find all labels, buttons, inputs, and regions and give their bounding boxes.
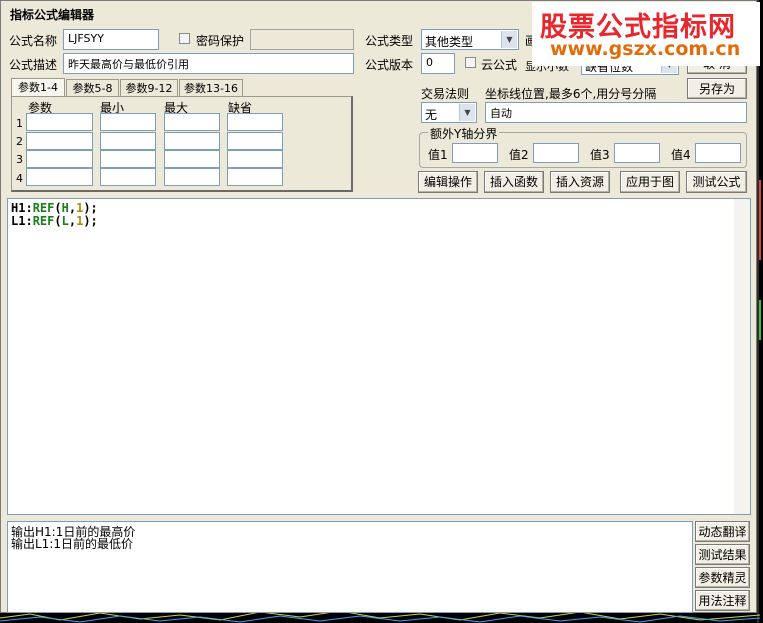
formula-type-label: 公式类型 xyxy=(365,34,414,48)
param-4-min-input[interactable] xyxy=(100,168,156,186)
param-1-name-input[interactable] xyxy=(26,113,93,131)
param-3-min-input[interactable] xyxy=(100,150,156,168)
code-editor[interactable]: H1:REF(H,1); L1:REF(L,1); xyxy=(7,198,751,515)
param-wizard-button[interactable]: 参数精灵 xyxy=(695,567,750,588)
param-4-default-input[interactable] xyxy=(227,168,283,186)
chevron-down-icon: ▼ xyxy=(501,31,517,48)
param-row-number: 1 xyxy=(16,117,23,130)
axis-position-input[interactable]: 自动 xyxy=(485,102,747,123)
code-line: L1:REF(L,1); xyxy=(11,214,98,228)
param-row-number: 2 xyxy=(16,135,23,148)
value-3-label: 值3 xyxy=(590,148,610,162)
code-content: H1:REF(H,1); L1:REF(L,1); xyxy=(11,202,98,228)
watermark-logo: 股票公式指标网 www.gszx.com.cn xyxy=(532,2,760,66)
formula-desc-input[interactable]: 昨天最高价与最低价引用 xyxy=(63,53,354,74)
param-1-default-input[interactable] xyxy=(227,113,283,131)
output-line: 输出L1:1日前的最低价 xyxy=(11,537,133,551)
trade-rule-select[interactable]: 无 ▼ xyxy=(421,102,477,123)
param-2-max-input[interactable] xyxy=(164,132,220,150)
formula-version-input[interactable]: 0 xyxy=(421,53,455,74)
param-row-number: 4 xyxy=(16,172,23,185)
tab-params-5-8[interactable]: 参数5-8 xyxy=(66,79,119,97)
window-title: 指标公式编辑器 xyxy=(10,8,95,22)
formula-type-value: 其他类型 xyxy=(425,35,474,49)
watermark-url: www.gszx.com.cn xyxy=(550,38,741,60)
formula-desc-label: 公式描述 xyxy=(9,58,58,72)
value-4-input[interactable] xyxy=(695,143,741,163)
trade-rule-label: 交易法则 xyxy=(421,87,470,101)
insert-function-button[interactable]: 插入函数 xyxy=(484,171,544,193)
formula-editor-window: 指标公式编辑器 公式名称 LJFSYY 密码保护 公式类型 其他类型 ▼ 画 公… xyxy=(0,0,757,613)
trade-rule-value: 无 xyxy=(425,108,438,122)
formula-type-select[interactable]: 其他类型 ▼ xyxy=(421,29,519,50)
axis-position-label: 坐标线位置,最多6个,用分号分隔 xyxy=(485,87,657,101)
test-result-button[interactable]: 测试结果 xyxy=(695,544,750,565)
edit-ops-button[interactable]: 编辑操作 xyxy=(418,171,478,193)
value-2-label: 值2 xyxy=(509,148,529,162)
password-input[interactable] xyxy=(250,29,354,50)
params-panel: 参数 最小 最大 缺省 1 2 3 4 xyxy=(11,96,353,192)
password-protect-checkbox[interactable] xyxy=(179,33,190,44)
formula-version-label: 公式版本 xyxy=(365,58,414,72)
param-4-max-input[interactable] xyxy=(164,168,220,186)
password-protect-label: 密码保护 xyxy=(196,34,245,48)
formula-name-input[interactable]: LJFSYY xyxy=(63,29,159,50)
cloud-formula-checkbox[interactable] xyxy=(465,57,476,68)
param-row-number: 3 xyxy=(16,153,23,166)
param-2-min-input[interactable] xyxy=(100,132,156,150)
cloud-formula-label: 云公式 xyxy=(481,58,518,72)
param-3-default-input[interactable] xyxy=(227,150,283,168)
tab-params-9-12[interactable]: 参数9-12 xyxy=(120,79,178,97)
usage-notes-button[interactable]: 用法注释 xyxy=(695,590,750,611)
param-1-max-input[interactable] xyxy=(164,113,220,131)
extra-y-axis-group: 额外Y轴分界 值1 值2 值3 值4 xyxy=(419,125,747,168)
value-2-input[interactable] xyxy=(533,143,579,163)
param-3-max-input[interactable] xyxy=(164,150,220,168)
test-formula-button[interactable]: 测试公式 xyxy=(686,171,747,193)
apply-to-chart-button[interactable]: 应用于图 xyxy=(620,171,680,193)
param-3-name-input[interactable] xyxy=(26,150,93,168)
dynamic-translate-button[interactable]: 动态翻译 xyxy=(695,521,750,542)
tab-params-1-4[interactable]: 参数1-4 xyxy=(11,78,65,98)
value-1-input[interactable] xyxy=(452,143,498,163)
extra-y-axis-title: 额外Y轴分界 xyxy=(428,125,500,142)
param-1-min-input[interactable] xyxy=(100,113,156,131)
param-2-default-input[interactable] xyxy=(227,132,283,150)
editor-scrollbar[interactable] xyxy=(734,199,750,514)
chevron-down-icon: ▼ xyxy=(459,104,475,121)
insert-resource-button[interactable]: 插入资源 xyxy=(550,171,610,193)
output-pane: 输出H1:1日前的最高价 输出L1:1日前的最低价 xyxy=(7,521,693,613)
param-2-name-input[interactable] xyxy=(26,132,93,150)
value-1-label: 值1 xyxy=(428,148,448,162)
param-4-name-input[interactable] xyxy=(26,168,93,186)
save-as-button[interactable]: 另存为 xyxy=(687,78,747,99)
formula-name-label: 公式名称 xyxy=(9,34,58,48)
tab-params-13-16[interactable]: 参数13-16 xyxy=(179,79,243,97)
value-4-label: 值4 xyxy=(671,148,691,162)
value-3-input[interactable] xyxy=(614,143,660,163)
